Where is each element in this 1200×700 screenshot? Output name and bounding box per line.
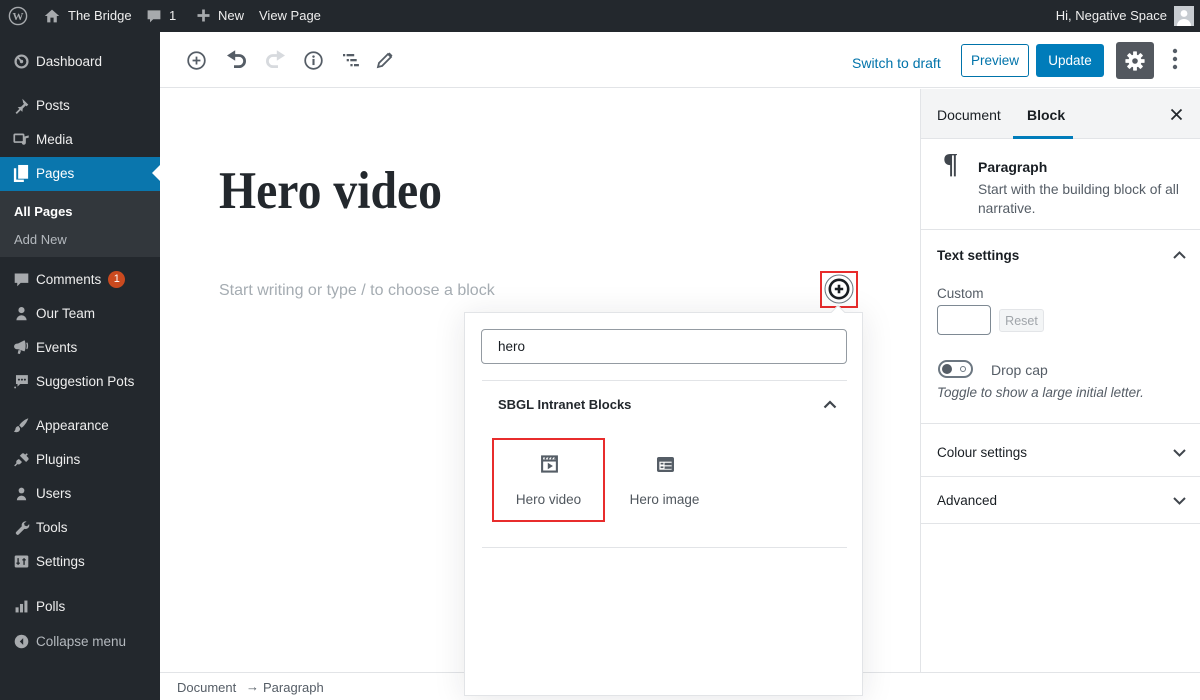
svg-text:W: W — [13, 11, 24, 23]
